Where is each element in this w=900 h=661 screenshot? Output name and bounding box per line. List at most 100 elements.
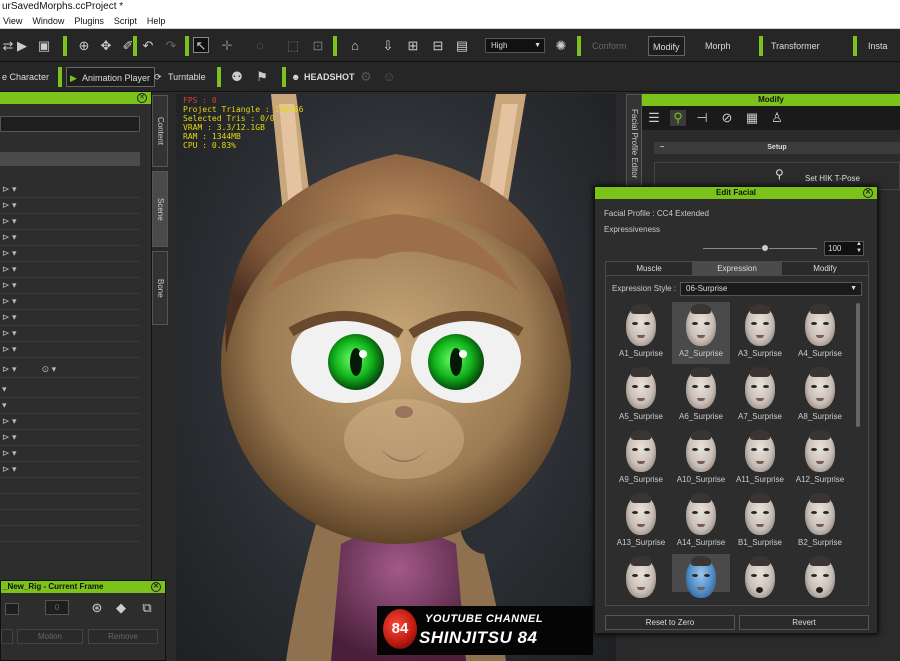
character-button[interactable]: e Character bbox=[0, 67, 53, 87]
list-item[interactable]: ⊳ ▾ ⊙ ▾ bbox=[0, 362, 140, 378]
menu-plugins[interactable]: Plugins bbox=[74, 14, 104, 28]
transformer-button[interactable]: Transformer bbox=[767, 36, 824, 56]
list-item[interactable] bbox=[0, 494, 140, 510]
close-icon[interactable]: ✕ bbox=[137, 93, 147, 103]
install-button[interactable]: Insta bbox=[864, 36, 892, 56]
conform-button[interactable]: Conform bbox=[588, 36, 631, 56]
expression-scrollbar[interactable] bbox=[856, 303, 860, 427]
move-icon[interactable]: ✛ bbox=[219, 38, 235, 54]
list-item[interactable]: ⊳ ▾ bbox=[0, 230, 140, 246]
expression-thumbnail[interactable]: B1_Surprise bbox=[731, 491, 789, 553]
list-item[interactable]: ▾ bbox=[0, 398, 140, 414]
menu-view[interactable]: View bbox=[3, 14, 22, 28]
morph-button[interactable]: Morph bbox=[701, 36, 735, 56]
expression-thumbnail[interactable]: A4_Surprise bbox=[791, 302, 849, 364]
3d-viewport[interactable]: FPS : 0 Project Triangle : 138366 Select… bbox=[176, 94, 616, 661]
align-icon[interactable]: ⇩ bbox=[380, 38, 396, 54]
flag-icon[interactable]: ⚑ bbox=[254, 69, 270, 85]
list-item[interactable] bbox=[0, 478, 140, 494]
expression-thumbnail[interactable]: A7_Surprise bbox=[731, 365, 789, 427]
screen-icon[interactable]: ▣ bbox=[36, 38, 52, 54]
turntable-button[interactable]: ⟳ Turntable bbox=[152, 67, 210, 87]
expression-thumbnail[interactable]: A8_Surprise bbox=[791, 365, 849, 427]
tab-scene[interactable]: Scene bbox=[152, 171, 168, 247]
list-item[interactable]: ⊳ ▾ bbox=[0, 462, 140, 478]
expression-thumbnail[interactable]: A6_Surprise bbox=[672, 365, 730, 427]
expression-thumbnail[interactable]: A3_Surprise bbox=[731, 302, 789, 364]
list-item[interactable]: ⊳ ▾ bbox=[0, 182, 140, 198]
expression-thumbnail[interactable]: A9_Surprise bbox=[612, 428, 670, 490]
camera-icon[interactable]: ⊕ bbox=[76, 38, 92, 54]
expression-thumbnail[interactable]: A1_Surprise bbox=[612, 302, 670, 364]
list-item[interactable]: ⊳ ▾ bbox=[0, 326, 140, 342]
align-tool-icon[interactable]: ⊣ bbox=[694, 110, 710, 126]
motion-button[interactable]: Motion bbox=[17, 629, 83, 644]
spin-arrows-icon[interactable]: ▲ ▼ bbox=[856, 241, 862, 255]
sliders-icon[interactable]: ☰ bbox=[646, 110, 662, 126]
expressiveness-value-field[interactable]: 100 ▲ ▼ bbox=[824, 241, 864, 256]
settings-icon[interactable]: ⚙ bbox=[358, 69, 374, 85]
link-icon[interactable]: ⊛ bbox=[89, 600, 105, 616]
head-icon[interactable]: ☺ bbox=[381, 69, 397, 85]
expression-thumbnail[interactable]: B2_Surprise bbox=[791, 491, 849, 553]
scale-icon[interactable]: ⬚ bbox=[285, 38, 301, 54]
list-item[interactable]: ⊳ ▾ bbox=[0, 430, 140, 446]
quality-select[interactable]: High ▼ bbox=[485, 38, 545, 53]
list-item[interactable]: ▾ bbox=[0, 382, 140, 398]
headshot-button[interactable]: ☻ HEADSHOT bbox=[291, 67, 359, 87]
list-item[interactable]: ⊳ ▾ bbox=[0, 310, 140, 326]
undo-icon[interactable]: ↶ bbox=[140, 38, 156, 54]
revert-button[interactable]: Revert bbox=[739, 615, 869, 630]
copy-icon[interactable]: ⧉ bbox=[139, 600, 155, 616]
rig-left-button[interactable] bbox=[1, 629, 13, 644]
remove-button[interactable]: Remove bbox=[88, 629, 158, 644]
animation-player-button[interactable]: ▶ Animation Player bbox=[66, 67, 156, 87]
list-item[interactable] bbox=[0, 526, 140, 542]
list-item[interactable]: ⊳ ▾ bbox=[0, 246, 140, 262]
fit-icon[interactable]: ⊞ bbox=[405, 38, 421, 54]
pose-icon[interactable]: ✥ bbox=[98, 38, 114, 54]
pose-blocks-icon[interactable]: ◆ bbox=[113, 600, 129, 616]
rotate-icon[interactable]: ◌ bbox=[252, 38, 268, 54]
list-item[interactable] bbox=[0, 510, 140, 526]
list-item[interactable]: ⊳ ▾ bbox=[0, 198, 140, 214]
tab-expression[interactable]: Expression bbox=[693, 261, 781, 276]
expression-thumbnail[interactable]: A5_Surprise bbox=[612, 365, 670, 427]
search-input[interactable] bbox=[0, 116, 140, 132]
reset-to-zero-button[interactable]: Reset to Zero bbox=[605, 615, 735, 630]
expression-thumbnail[interactable]: A13_Surprise bbox=[612, 491, 670, 553]
checker-icon[interactable]: ▦ bbox=[744, 110, 760, 126]
render-icon[interactable]: ▤ bbox=[454, 38, 470, 54]
close-icon[interactable]: ✕ bbox=[151, 582, 161, 592]
expression-thumbnail[interactable]: A10_Surprise bbox=[672, 428, 730, 490]
frame-icon[interactable]: ⊟ bbox=[430, 38, 446, 54]
body-icon[interactable]: ♙ bbox=[769, 110, 785, 126]
pivot-icon[interactable]: ⊡ bbox=[310, 38, 326, 54]
texture-icon[interactable]: ⊘ bbox=[719, 110, 735, 126]
menu-script[interactable]: Script bbox=[114, 14, 137, 28]
play-to-icon[interactable]: ▶ bbox=[14, 38, 30, 54]
expression-thumbnail[interactable] bbox=[612, 554, 670, 598]
home-icon[interactable]: ⌂ bbox=[347, 38, 363, 54]
list-item[interactable]: ⊳ ▾ bbox=[0, 278, 140, 294]
select-icon[interactable]: ↖ bbox=[193, 37, 209, 53]
tab-bone[interactable]: Bone bbox=[152, 251, 168, 325]
tab-modify[interactable]: Modify bbox=[781, 261, 869, 276]
rig-value-field[interactable]: 0 bbox=[45, 600, 69, 615]
expressiveness-slider-handle[interactable] bbox=[760, 244, 769, 252]
expression-thumbnail[interactable]: A12_Surprise bbox=[791, 428, 849, 490]
expression-thumbnail[interactable]: A11_Surprise bbox=[731, 428, 789, 490]
expression-thumbnail[interactable]: A14_Surprise bbox=[672, 491, 730, 553]
menu-window[interactable]: Window bbox=[32, 14, 64, 28]
modify-button[interactable]: Modify bbox=[648, 36, 685, 56]
rig-checkbox[interactable] bbox=[5, 603, 19, 615]
expression-thumbnail[interactable]: A2_Surprise bbox=[672, 302, 730, 364]
list-item[interactable]: ⊳ ▾ bbox=[0, 342, 140, 358]
list-item[interactable]: ⊳ ▾ bbox=[0, 414, 140, 430]
expression-thumbnail[interactable] bbox=[791, 554, 849, 598]
expressiveness-slider[interactable] bbox=[703, 248, 817, 249]
tab-content[interactable]: Content bbox=[152, 95, 168, 167]
light-icon[interactable]: ✺ bbox=[553, 38, 569, 54]
expression-thumbnail[interactable] bbox=[731, 554, 789, 598]
tab-facial-profile-editor[interactable]: Facial Profile Editor bbox=[626, 94, 642, 194]
